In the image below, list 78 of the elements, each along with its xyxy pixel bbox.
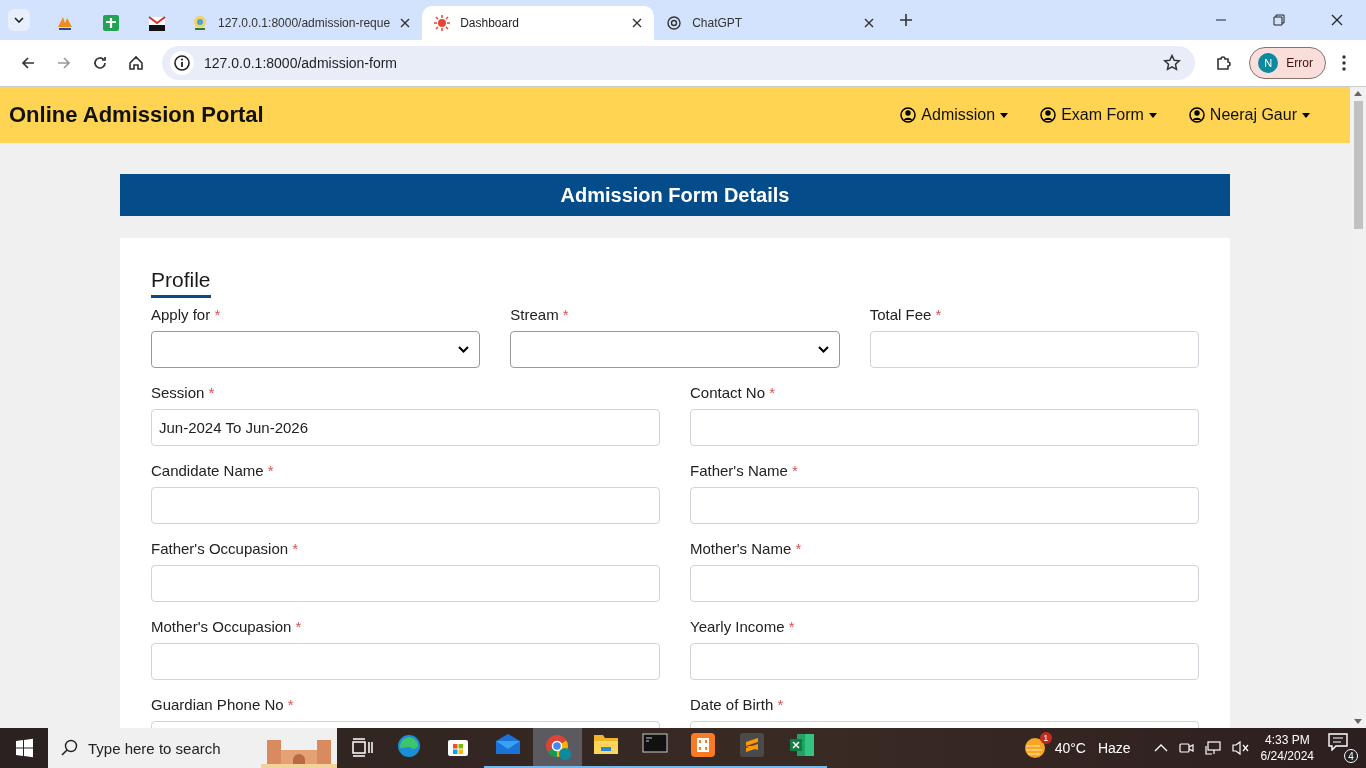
caret-icon	[1148, 112, 1157, 118]
browser-tab[interactable]: Dashboard	[422, 6, 655, 40]
field-label: Session *	[151, 384, 216, 401]
caret-icon	[1302, 112, 1310, 118]
reload-icon[interactable]	[92, 55, 108, 71]
hazy-sun-icon	[1022, 736, 1047, 760]
section-title: Profile	[151, 268, 211, 298]
tab-search-button[interactable]	[8, 9, 30, 31]
nav-menu[interactable]: Admission	[900, 106, 1009, 124]
input-field[interactable]	[151, 487, 660, 524]
forward-icon[interactable]	[56, 55, 72, 71]
notification-button[interactable]: 4	[1328, 733, 1358, 763]
scrollbar-thumb[interactable]	[1353, 101, 1363, 229]
chevron-up-icon[interactable]	[1153, 743, 1168, 753]
input-field[interactable]	[690, 409, 1199, 446]
field-label: Father's Name *	[690, 462, 799, 479]
home-icon[interactable]	[128, 55, 144, 71]
chevron-down-icon	[14, 17, 24, 23]
caret-icon	[1000, 112, 1009, 118]
user-circle-icon	[900, 107, 917, 123]
input-field[interactable]	[690, 565, 1199, 602]
chevron-down-icon	[458, 346, 470, 353]
input-field[interactable]	[151, 643, 660, 680]
chat-bubble-icon	[1328, 733, 1348, 751]
field-label: Guardian Phone No *	[151, 696, 295, 713]
browser-tab[interactable]: ChatGPT	[654, 6, 887, 40]
browser-tab[interactable]: 127.0.0.1:8000/admission-reque	[180, 6, 423, 40]
field-label: Date of Birth *	[690, 696, 785, 713]
field-label: Total Fee *	[869, 306, 943, 323]
input-field[interactable]	[690, 487, 1199, 524]
field-label: Mother's Name *	[690, 540, 803, 557]
field-label: Contact No *	[690, 384, 777, 401]
close-icon[interactable]	[400, 18, 411, 28]
search-icon	[60, 739, 78, 757]
camera-icon[interactable]	[1177, 740, 1194, 756]
field-label: Father's Occupasion *	[151, 540, 300, 557]
close-icon[interactable]	[632, 18, 643, 28]
address-bar[interactable]: 127.0.0.1:8000/admission-form	[162, 46, 1196, 80]
brand-title[interactable]: Online Admission Portal	[9, 102, 264, 128]
user-circle-icon	[1040, 107, 1057, 123]
new-tab-icon[interactable]	[900, 14, 913, 26]
select-field[interactable]	[151, 331, 481, 368]
nav-menu[interactable]: Neeraj Gaur	[1188, 106, 1310, 124]
more-icon[interactable]	[1342, 55, 1346, 71]
network-icon[interactable]	[1203, 740, 1222, 756]
info-icon	[170, 51, 194, 75]
input-field[interactable]	[869, 331, 1199, 368]
user-circle-icon	[1188, 107, 1205, 123]
field-label: Stream *	[510, 306, 570, 323]
close-icon[interactable]	[864, 18, 875, 28]
search-field[interactable]: Type here to search	[48, 728, 337, 768]
input-field[interactable]	[690, 643, 1199, 680]
input-field[interactable]	[151, 565, 660, 602]
form-header: Admission Form Details	[120, 174, 1230, 216]
puzzle-icon[interactable]	[1215, 54, 1234, 72]
select-field[interactable]	[510, 331, 840, 368]
muted-speaker-icon[interactable]	[1231, 740, 1250, 756]
field-label: Candidate Name *	[151, 462, 275, 479]
scroll-down-icon[interactable]	[1354, 719, 1362, 724]
star-icon[interactable]	[1163, 54, 1182, 72]
plus-sheet-icon	[103, 15, 119, 31]
peaks-icon	[56, 15, 74, 31]
scroll-up-icon[interactable]	[1354, 91, 1362, 96]
emblem-icon	[192, 15, 208, 31]
restore-icon[interactable]	[1273, 14, 1285, 26]
browser-logo-icon	[543, 733, 572, 761]
field-label: Yearly Income *	[690, 618, 796, 635]
chevron-down-icon	[817, 346, 829, 353]
back-icon[interactable]	[20, 55, 36, 71]
sun-icon	[434, 15, 451, 31]
input-field[interactable]: Jun-2024 To Jun-2026	[151, 409, 660, 446]
field-label: Mother's Occupasion *	[151, 618, 303, 635]
mail-icon	[148, 15, 166, 31]
nav-menu[interactable]: Exam Form	[1040, 106, 1157, 124]
close-icon[interactable]	[1331, 14, 1343, 26]
field-label: Apply for *	[151, 306, 222, 323]
clock[interactable]: 4:33 PM 6/24/2024	[1260, 732, 1314, 764]
profile-button[interactable]: N Error	[1249, 47, 1326, 79]
